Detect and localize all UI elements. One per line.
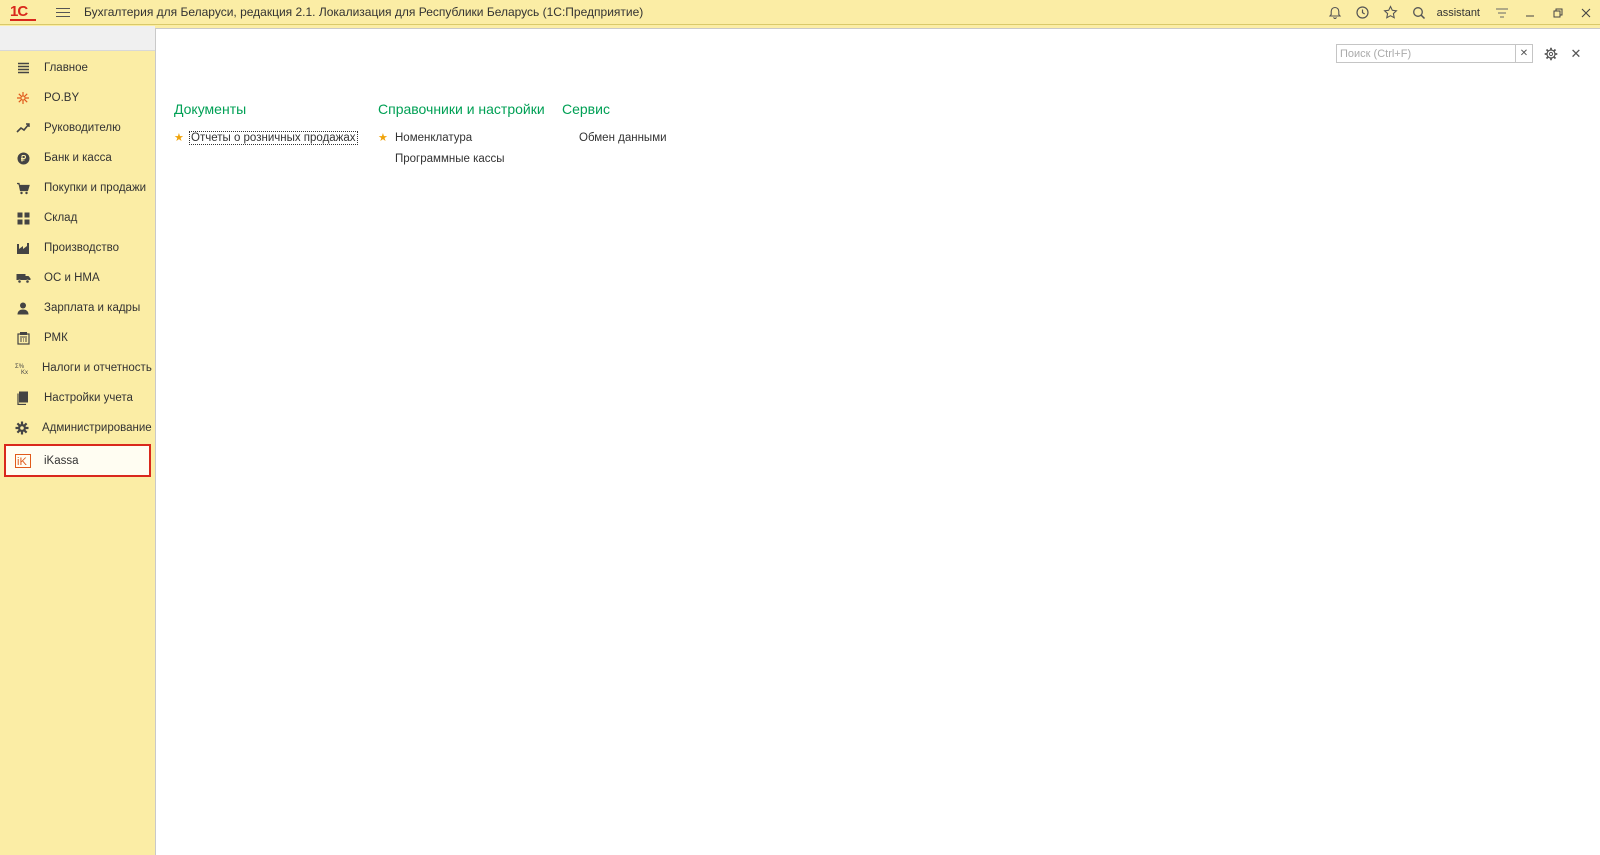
search-clear-button[interactable]: ✕: [1516, 44, 1533, 63]
svg-text:Kx: Kx: [21, 370, 28, 375]
sidebar-item-manager[interactable]: Руководителю: [4, 113, 151, 143]
poby-icon: [15, 90, 31, 106]
sidebar-item-poby[interactable]: PO.BY: [4, 83, 151, 113]
sidebar-item-taxes[interactable]: Σ% Kx Налоги и отчетность: [4, 353, 152, 383]
history-icon[interactable]: [1349, 0, 1377, 25]
sidebar-top-strip: [0, 26, 155, 51]
cart-icon: [15, 180, 31, 196]
favorite-star-icon[interactable]: ★: [378, 152, 395, 165]
sidebar-item-label: Производство: [44, 242, 119, 254]
link-retail-sales-reports[interactable]: Отчеты о розничных продажах: [189, 130, 358, 145]
sidebar-item-main[interactable]: Главное: [4, 53, 151, 83]
sidebar-item-label: Склад: [44, 212, 78, 224]
star-icon[interactable]: [1377, 0, 1405, 25]
favorite-star-icon[interactable]: ★: [378, 131, 395, 144]
sidebar-item-label: Покупки и продажи: [44, 182, 147, 194]
svg-text:iK: iK: [17, 456, 27, 468]
link-software-registers[interactable]: Программные кассы: [395, 153, 505, 165]
sidebar-item-label: Налоги и отчетность: [42, 362, 152, 374]
truck-icon: [15, 270, 31, 286]
sidebar-item-label: PO.BY: [44, 92, 80, 104]
person-icon: [15, 300, 31, 316]
sidebar-item-label: iKassa: [44, 454, 79, 467]
sidebar-item-warehouse[interactable]: Склад: [4, 203, 151, 233]
trend-icon: [15, 120, 31, 136]
favorite-star-icon[interactable]: ★: [562, 131, 579, 144]
user-name[interactable]: assistant: [1437, 7, 1480, 19]
list-item[interactable]: ★ Номенклатура: [378, 127, 545, 148]
1c-logo: 1С: [10, 4, 36, 21]
factory-icon: [15, 240, 31, 256]
sidebar-item-purchases[interactable]: Покупки и продажи: [4, 173, 151, 203]
main-panel: ✕ ✕ Документы ★ Отчеты о розничных прода…: [155, 28, 1600, 855]
sidebar-item-label: Руководителю: [44, 122, 121, 134]
hamburger-icon: [15, 60, 31, 76]
warehouse-icon: [15, 210, 31, 226]
app-title: Бухгалтерия для Беларуси, редакция 2.1. …: [84, 5, 644, 19]
minimize-button[interactable]: [1516, 0, 1544, 25]
sidebar-item-label: Настройки учета: [44, 392, 133, 404]
close-panel-button[interactable]: ✕: [1568, 44, 1584, 63]
sidebar-item-label: РМК: [44, 332, 68, 344]
sidebar-item-accounting-settings[interactable]: Настройки учета: [4, 383, 151, 413]
sidebar-item-rmk[interactable]: РМК: [4, 323, 151, 353]
search-icon[interactable]: [1405, 0, 1433, 25]
sidebar-item-bank[interactable]: Банк и касса: [4, 143, 151, 173]
sidebar-item-label: Администрирование: [42, 422, 152, 434]
link-data-exchange[interactable]: Обмен данными: [579, 132, 667, 144]
section-documents: Документы ★ Отчеты о розничных продажах: [174, 101, 358, 148]
section-catalogs-settings: Справочники и настройки ★ Номенклатура ★…: [378, 101, 545, 169]
close-window-button[interactable]: [1572, 0, 1600, 25]
sidebar-item-salary[interactable]: Зарплата и кадры: [4, 293, 151, 323]
settings-gear-icon[interactable]: [1542, 44, 1560, 63]
section-title: Документы: [174, 101, 247, 117]
sections-panel: Главное PO.BY Руководителю Банк и касса …: [0, 52, 155, 855]
link-nomenclature[interactable]: Номенклатура: [395, 132, 472, 144]
ikassa-icon: iK: [15, 453, 31, 469]
search-input[interactable]: [1336, 44, 1516, 63]
title-bar: 1С Бухгалтерия для Беларуси, редакция 2.…: [0, 0, 1600, 25]
sidebar-item-label: Банк и касса: [44, 152, 112, 164]
bell-icon[interactable]: [1321, 0, 1349, 25]
main-menu-icon[interactable]: [56, 7, 70, 17]
sidebar-item-label: Зарплата и кадры: [44, 302, 141, 314]
book-icon: [15, 390, 31, 406]
sidebar-item-production[interactable]: Производство: [4, 233, 151, 263]
sidebar-item-label: Главное: [44, 62, 88, 74]
section-title: Сервис: [562, 101, 610, 117]
list-item[interactable]: ★ Программные кассы: [378, 148, 545, 169]
tax-icon: Σ% Kx: [15, 360, 29, 376]
section-title: Справочники и настройки: [378, 101, 545, 117]
sidebar-item-fixed-assets[interactable]: ОС и НМА: [4, 263, 151, 293]
gear-icon: [15, 420, 29, 436]
list-item[interactable]: ★ Отчеты о розничных продажах: [174, 127, 358, 148]
functions-menu-icon[interactable]: [1488, 0, 1516, 25]
list-item[interactable]: ★ Обмен данными: [562, 127, 667, 148]
section-service: Сервис ★ Обмен данными: [562, 101, 667, 148]
register-icon: [15, 330, 31, 346]
ruble-icon: [15, 150, 31, 166]
restore-button[interactable]: [1544, 0, 1572, 25]
sidebar-item-ikassa[interactable]: iK iKassa: [4, 444, 151, 477]
sidebar-item-label: ОС и НМА: [44, 272, 100, 284]
sidebar-item-administration[interactable]: Администрирование: [4, 413, 152, 443]
